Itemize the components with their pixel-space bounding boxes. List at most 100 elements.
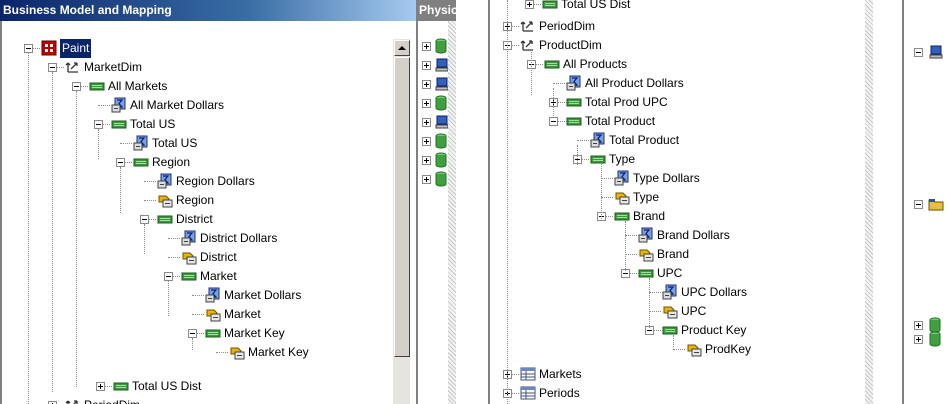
collapse-toggle[interactable] — [140, 215, 149, 224]
collapse-toggle[interactable] — [188, 329, 197, 338]
tree-node-label: Total US Dist — [132, 379, 202, 393]
tree-node-label: Total US Dist — [561, 0, 631, 11]
tree-node[interactable]: ProductDim — [498, 36, 868, 55]
tree-node[interactable]: Type Dollars — [498, 169, 868, 188]
tree-node[interactable]: Paint — [3, 39, 391, 58]
tree-node[interactable]: District — [3, 248, 391, 267]
tree-connector — [673, 349, 685, 350]
tree-connector — [105, 386, 112, 387]
tree-node[interactable]: ProdKey — [498, 340, 868, 359]
tree-node[interactable]: Markets — [498, 365, 868, 384]
expand-toggle[interactable] — [422, 99, 431, 108]
tree-node[interactable]: Brand — [498, 245, 868, 264]
business-model-pane: Business Model and Mapping Paint MarketDi… — [0, 0, 416, 404]
tree-node-label: Paint — [60, 39, 92, 58]
expand-toggle[interactable] — [422, 156, 431, 165]
tree-connector — [168, 238, 180, 239]
collapse-toggle[interactable] — [164, 272, 173, 281]
tree-connector — [98, 105, 110, 106]
tree-node-label: UPC — [681, 304, 707, 318]
tree-node-label: Type — [609, 152, 636, 166]
tree-node[interactable]: Region Dollars — [3, 172, 391, 191]
expand-toggle[interactable] — [422, 61, 431, 70]
middle-tree[interactable]: Total US Dist PeriodDim ProductDim All Prod… — [498, 0, 868, 404]
tree-connector — [144, 181, 156, 182]
expand-toggle[interactable] — [525, 0, 534, 9]
collapse-toggle[interactable] — [549, 117, 558, 126]
tree-connector — [654, 330, 661, 331]
expand-toggle[interactable] — [96, 382, 105, 391]
expand-toggle[interactable] — [422, 118, 431, 127]
collapse-toggle[interactable] — [94, 120, 103, 129]
tree-node-label: Region — [176, 193, 215, 207]
tree-connector — [582, 159, 589, 160]
tree-node[interactable]: UPC Dollars — [498, 283, 868, 302]
tree-connector — [149, 219, 156, 220]
expand-toggle[interactable] — [422, 42, 431, 51]
tree-node[interactable]: PeriodDim — [3, 396, 391, 404]
collapse-toggle[interactable] — [48, 63, 57, 72]
collapse-toggle[interactable] — [914, 48, 923, 57]
tree-node[interactable]: All Markets — [3, 77, 391, 96]
left-tree[interactable]: Paint MarketDim All Markets All Market Doll… — [3, 26, 391, 404]
tree-node[interactable]: UPC — [498, 264, 868, 283]
key-icon — [229, 344, 245, 366]
tree-node[interactable]: District Dollars — [3, 229, 391, 248]
tree-connector — [625, 235, 637, 236]
tree-node[interactable]: MarketDim — [3, 58, 391, 77]
tree-node[interactable]: Total US — [3, 134, 391, 153]
tree-node[interactable]: Total Product — [498, 131, 868, 150]
tree-node[interactable]: All Products — [498, 55, 868, 74]
tree-node[interactable]: Brand Dollars — [498, 226, 868, 245]
collapse-toggle[interactable] — [116, 158, 125, 167]
tree-node[interactable]: Total US — [3, 115, 391, 134]
tree-node[interactable]: Market Dollars — [3, 286, 391, 305]
tree-node[interactable]: Total US Dist — [498, 0, 868, 14]
tree-node[interactable]: Type — [498, 188, 868, 207]
expand-toggle[interactable] — [422, 175, 431, 184]
tree-connector — [197, 333, 204, 334]
tree-node-label: Total Product — [585, 114, 656, 128]
tree-node[interactable]: Total US Dist — [3, 377, 391, 396]
tree-guide — [553, 88, 554, 118]
tree-node[interactable]: All Market Dollars — [3, 96, 391, 115]
expand-toggle[interactable] — [422, 80, 431, 89]
tree-node[interactable]: Product Key — [498, 321, 868, 340]
expand-toggle[interactable] — [914, 335, 923, 344]
tree-guide — [28, 53, 29, 404]
tree-node[interactable]: Region — [3, 191, 391, 210]
tree-node-label: Total US — [130, 117, 176, 131]
tree-node[interactable]: Type — [498, 150, 868, 169]
tree-node[interactable]: Market Key — [3, 343, 391, 362]
expand-toggle[interactable] — [914, 321, 923, 330]
tree-node[interactable]: UPC — [498, 302, 868, 321]
expand-toggle[interactable] — [422, 137, 431, 146]
tree-node-label: All Markets — [108, 79, 168, 93]
tree-node[interactable]: Market — [3, 305, 391, 324]
tree-node-label: Type — [633, 190, 660, 204]
product-tree-pane: Total US Dist PeriodDim ProductDim All Prod… — [488, 0, 873, 404]
tree-node-label: Market Key — [224, 326, 285, 340]
tree-connector — [649, 292, 661, 293]
scroll-thumb[interactable] — [394, 57, 410, 357]
physical-title: Physic — [416, 0, 456, 21]
tree-node-label: Region — [152, 155, 191, 169]
tree-node[interactable]: Region — [3, 153, 391, 172]
tree-node[interactable]: Market — [3, 267, 391, 286]
collapse-toggle[interactable] — [72, 82, 81, 91]
tree-connector — [216, 352, 228, 353]
tree-node[interactable]: District — [3, 210, 391, 229]
tree-node[interactable]: PeriodDim — [498, 17, 868, 36]
collapse-toggle[interactable] — [24, 44, 33, 53]
collapse-toggle[interactable] — [914, 200, 923, 209]
tree-node[interactable]: Periods — [498, 384, 868, 403]
tree-node[interactable]: Market Key — [3, 324, 391, 343]
tree-node[interactable]: Brand — [498, 207, 868, 226]
tree-guide — [649, 278, 650, 328]
tree-connector — [512, 45, 519, 46]
tree-connector — [144, 200, 156, 201]
right-tree[interactable] — [906, 0, 948, 404]
scroll-up-button[interactable] — [394, 40, 410, 56]
tree-connector — [103, 124, 110, 125]
computer-icon — [928, 44, 944, 63]
